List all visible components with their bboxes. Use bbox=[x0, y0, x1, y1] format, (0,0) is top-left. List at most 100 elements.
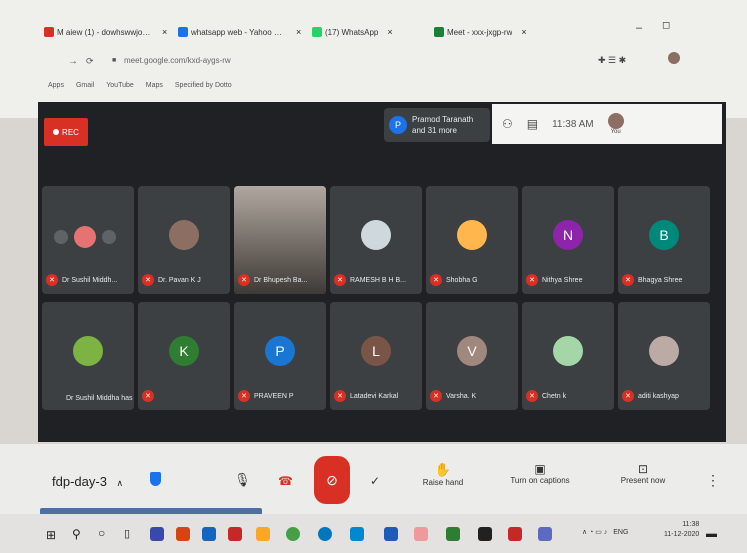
tab-close-icon[interactable]: × bbox=[162, 27, 167, 37]
participant-name: RAMESH B H B... bbox=[350, 276, 407, 284]
participant-tile[interactable]: ✕ Shobha G bbox=[426, 186, 518, 294]
browser-tab[interactable]: Meet - xxx-jxgp-rw × bbox=[434, 24, 574, 40]
tab-close-icon[interactable]: × bbox=[387, 27, 392, 37]
participant-name: aditi kashyap bbox=[638, 392, 679, 400]
taskbar-app-icon[interactable] bbox=[202, 527, 216, 541]
participant-tile[interactable]: ✕ Dr. Pavan K J bbox=[138, 186, 230, 294]
task-view-icon[interactable]: ▯ bbox=[124, 527, 130, 540]
self-avatar[interactable]: You bbox=[607, 113, 624, 135]
participant-name: Dr Sushil Middha has left the meeting bbox=[66, 395, 134, 402]
checkmark-icon[interactable]: ✓ bbox=[370, 474, 380, 488]
taskbar-app-icon[interactable] bbox=[350, 527, 364, 541]
participant-tile[interactable]: K ✕ bbox=[138, 302, 230, 410]
notification-icon[interactable]: ▬ bbox=[706, 528, 717, 540]
browser-tab[interactable]: whatsapp web - Yahoo Sea × bbox=[178, 24, 304, 40]
mic-muted-icon: ✕ bbox=[430, 390, 442, 402]
file-explorer-icon[interactable] bbox=[256, 527, 270, 541]
participant-tile[interactable]: ✕ Chetn k bbox=[522, 302, 614, 410]
people-icon[interactable]: ⚇ bbox=[502, 117, 513, 131]
captions-button[interactable]: ▣ Turn on captions bbox=[500, 462, 580, 485]
participant-name-row: ✕ PRAVEEN P bbox=[238, 390, 294, 402]
cortana-icon[interactable]: ○ bbox=[98, 526, 105, 540]
more-options-icon[interactable]: ⋮ bbox=[706, 472, 720, 489]
window-minimize-icon[interactable]: – bbox=[636, 22, 642, 34]
taskbar-clock[interactable]: 11:38 11-12-2020 bbox=[664, 520, 699, 540]
tile-controls-overlay[interactable] bbox=[54, 226, 116, 248]
chat-icon[interactable]: ▤ bbox=[527, 117, 538, 131]
present-now-button[interactable]: ⊡ Present now bbox=[608, 462, 678, 485]
address-bar[interactable]: meet.google.com/kxd-aygs-rw bbox=[124, 56, 231, 65]
bookmark-item[interactable]: Specified by Dotto bbox=[175, 82, 232, 89]
participant-tile[interactable]: Dr Sushil Middha has left the meeting bbox=[42, 302, 134, 410]
window-restore-icon[interactable]: ◻ bbox=[662, 20, 670, 31]
start-icon[interactable]: ⊞ bbox=[46, 528, 56, 542]
store-icon[interactable] bbox=[478, 527, 492, 541]
search-icon[interactable]: ⚲ bbox=[72, 527, 81, 541]
extensions-icon[interactable]: ✚ ☰ ✱ bbox=[598, 55, 626, 66]
participant-tile[interactable]: B ✕ Bhagya Shree bbox=[618, 186, 710, 294]
participant-tile[interactable]: ✕ Dr Sushil Middh... bbox=[42, 186, 134, 294]
chrome-icon[interactable] bbox=[286, 527, 300, 541]
participant-tile[interactable]: P ✕ PRAVEEN P bbox=[234, 302, 326, 410]
browser-tab[interactable]: M aiew (1) - dowhswwjouzpto × bbox=[44, 24, 170, 40]
recording-badge: REC bbox=[44, 118, 88, 146]
participant-tile[interactable]: ✕ Dr Bhupesh Ba... bbox=[234, 186, 326, 294]
pin-icon[interactable] bbox=[54, 230, 68, 244]
meeting-clock: 11:38 AM bbox=[552, 118, 594, 130]
mic-muted-icon: ✕ bbox=[238, 274, 250, 286]
mic-icon[interactable]: 🎙 bbox=[234, 472, 251, 488]
participant-tile[interactable]: L ✕ Latadevi Karkal bbox=[330, 302, 422, 410]
tab-label: whatsapp web - Yahoo Sea bbox=[191, 27, 287, 37]
taskbar-app-icon[interactable] bbox=[538, 527, 552, 541]
taskbar-date: 11-12-2020 bbox=[664, 531, 700, 538]
mic-muted-icon: ✕ bbox=[526, 274, 538, 286]
bookmark-item[interactable]: YouTube bbox=[106, 82, 134, 89]
participant-photo bbox=[457, 220, 487, 250]
participant-avatar: N bbox=[553, 220, 583, 250]
system-tray[interactable]: ∧ ◔ ▭ ♪ ENG bbox=[582, 528, 628, 536]
present-icon: ⊡ bbox=[637, 462, 649, 476]
bookmark-item[interactable]: Apps bbox=[48, 82, 64, 89]
camera-off-button[interactable]: ⊘ bbox=[314, 456, 350, 504]
bookmark-item[interactable]: Maps bbox=[146, 82, 163, 89]
browser-tab[interactable]: (17) WhatsApp × bbox=[312, 24, 426, 40]
participant-photo bbox=[169, 220, 199, 250]
bookmark-item[interactable]: Gmail bbox=[76, 82, 94, 89]
acrobat-icon[interactable] bbox=[508, 527, 522, 541]
pinned-avatar: P bbox=[389, 116, 407, 134]
camera-off-icon: ⊘ bbox=[326, 471, 338, 488]
back-icon[interactable]: → bbox=[68, 56, 78, 67]
participant-tile[interactable]: ✕ RAMESH B H B... bbox=[330, 186, 422, 294]
edge-icon[interactable] bbox=[318, 527, 332, 541]
hang-up-icon[interactable]: ☎ bbox=[278, 474, 293, 488]
security-shield-icon[interactable] bbox=[150, 472, 161, 486]
participant-avatar: B bbox=[649, 220, 679, 250]
meeting-code[interactable]: fdp-day-3 ∧ bbox=[52, 474, 123, 489]
reload-icon[interactable]: ⟳ bbox=[86, 56, 94, 67]
tab-label: Meet - xxx-jxgp-rw bbox=[447, 27, 513, 37]
mic-muted-icon: ✕ bbox=[334, 390, 346, 402]
mic-muted-icon: ✕ bbox=[430, 274, 442, 286]
profile-avatar[interactable] bbox=[668, 52, 680, 64]
tab-close-icon[interactable]: × bbox=[521, 27, 526, 37]
tab-favicon-icon bbox=[44, 27, 54, 37]
tab-close-icon[interactable]: × bbox=[296, 27, 301, 37]
participant-name-row: ✕ Dr Bhupesh Ba... bbox=[238, 274, 307, 286]
taskbar-app-icon[interactable] bbox=[414, 527, 428, 541]
mic-muted-icon: ✕ bbox=[334, 274, 346, 286]
raise-hand-button[interactable]: ✋ Raise hand bbox=[418, 462, 468, 487]
taskbar-app-icon[interactable] bbox=[150, 527, 164, 541]
taskbar-app-icon[interactable] bbox=[176, 527, 190, 541]
excel-icon[interactable] bbox=[446, 527, 460, 541]
pinned-participant[interactable]: P Pramod Taranath and 31 more bbox=[384, 108, 490, 142]
participant-tile[interactable]: ✕ aditi kashyap bbox=[618, 302, 710, 410]
mic-muted-icon: ✕ bbox=[622, 274, 634, 286]
meet-top-bar: ⚇ ▤ 11:38 AM You bbox=[492, 104, 722, 144]
taskbar-app-icon[interactable] bbox=[228, 527, 242, 541]
avatar-dot-icon[interactable] bbox=[74, 226, 96, 248]
participant-tile[interactable]: N ✕ Nithya Shree bbox=[522, 186, 614, 294]
participant-avatar: K bbox=[169, 336, 199, 366]
word-icon[interactable] bbox=[384, 527, 398, 541]
remove-icon[interactable] bbox=[102, 230, 116, 244]
participant-tile[interactable]: V ✕ Varsha. K bbox=[426, 302, 518, 410]
